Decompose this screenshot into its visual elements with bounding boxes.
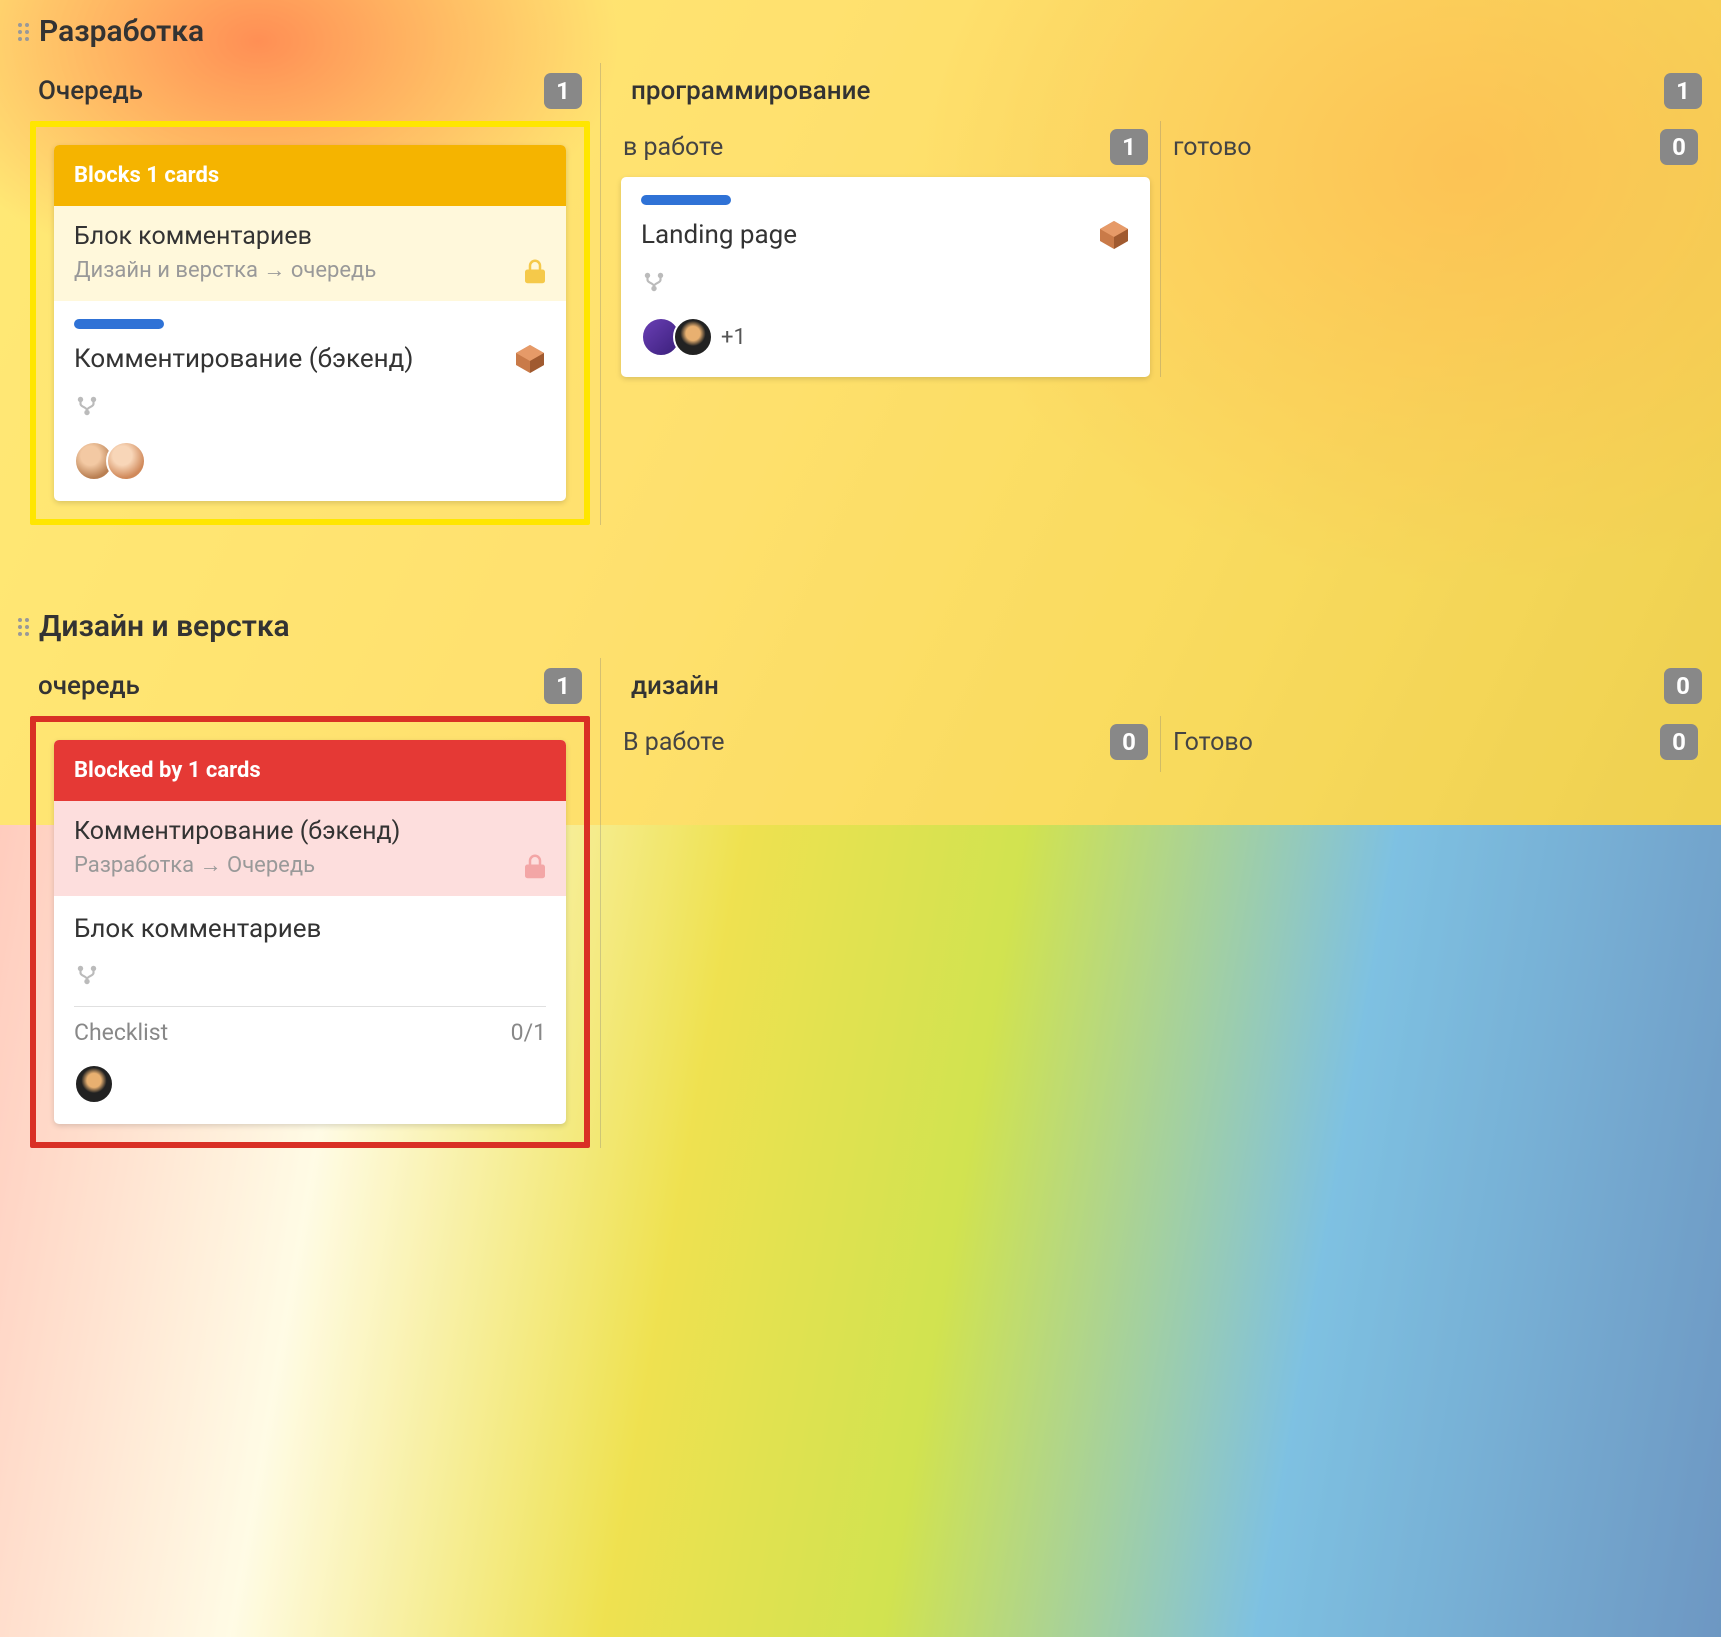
avatar[interactable] xyxy=(74,1064,114,1104)
card-avatars xyxy=(74,441,546,481)
lane-title: очередь xyxy=(38,671,140,701)
cube-icon xyxy=(514,343,546,375)
sublane-count-badge: 0 xyxy=(1110,724,1148,760)
related-card-title: Комментирование (бэкенд) xyxy=(74,817,546,846)
card-body: Блок комментариев Checklist 0/1 xyxy=(54,896,566,1124)
drag-handle-icon[interactable] xyxy=(18,618,29,636)
related-card-path: Дизайн и верстка → очередь xyxy=(74,257,546,283)
lane-header[interactable]: Очередь 1 xyxy=(30,63,590,121)
swimlane-title: Дизайн и верстка xyxy=(39,609,290,644)
card-title: Landing page xyxy=(641,220,797,250)
sublane-title: Готово xyxy=(1173,728,1253,757)
lane-header[interactable]: дизайн 0 xyxy=(611,658,1710,716)
swimlane-design: Дизайн и верстка очередь 1 Blocked by 1 … xyxy=(0,595,1721,1148)
branch-icon xyxy=(641,280,667,299)
lane-title: дизайн xyxy=(631,671,719,701)
sublane-done: Готово 0 xyxy=(1160,716,1710,772)
card-avatars: +1 xyxy=(641,317,1130,357)
card-blocks-banner: Blocks 1 cards xyxy=(54,145,566,206)
sublane-count-badge: 1 xyxy=(1110,129,1148,165)
card-meta xyxy=(641,269,1130,299)
sublane-in-progress: в работе 1 Landing page xyxy=(611,121,1160,377)
related-card-path: Разработка → Очередь xyxy=(74,852,546,878)
card-blocked-banner: Blocked by 1 cards xyxy=(54,740,566,801)
sublane-count-badge: 0 xyxy=(1660,129,1698,165)
lock-icon xyxy=(520,257,550,291)
swimlane-header[interactable]: Разработка xyxy=(0,0,1721,63)
lane-queue: очередь 1 Blocked by 1 cards Комментиров… xyxy=(20,658,600,1148)
lane-count-badge: 1 xyxy=(544,668,582,704)
lane-title: программирование xyxy=(631,76,870,106)
lane-count-badge: 1 xyxy=(544,73,582,109)
checklist-label: Checklist xyxy=(74,1019,168,1046)
sublane-header[interactable]: в работе 1 xyxy=(621,121,1150,177)
card-meta xyxy=(74,393,546,423)
card-body: Комментирование (бэкенд) xyxy=(54,301,566,501)
card-related-block[interactable]: Комментирование (бэкенд) Разработка → Оч… xyxy=(54,801,566,896)
cube-icon xyxy=(1098,219,1130,251)
sublane-in-progress: В работе 0 xyxy=(611,716,1160,772)
highlight-blocked: Blocked by 1 cards Комментирование (бэке… xyxy=(30,716,590,1148)
sublane-title: В работе xyxy=(623,728,725,757)
swimlane-title: Разработка xyxy=(39,14,204,49)
swimlane-header[interactable]: Дизайн и верстка xyxy=(0,595,1721,658)
checklist-row[interactable]: Checklist 0/1 xyxy=(74,1006,546,1046)
sublane-title: готово xyxy=(1173,133,1252,162)
lane-title: Очередь xyxy=(38,76,143,106)
card-landing-page[interactable]: Landing page xyxy=(621,177,1150,377)
lane-design: дизайн 0 В работе 0 Готово 0 xyxy=(600,658,1720,1148)
checklist-count: 0/1 xyxy=(511,1019,546,1046)
swimlane-spacer xyxy=(0,525,1721,595)
highlight-blocks: Blocks 1 cards Блок комментариев Дизайн … xyxy=(30,121,590,525)
lane-header[interactable]: программирование 1 xyxy=(611,63,1710,121)
card-related-block[interactable]: Блок комментариев Дизайн и верстка → оче… xyxy=(54,206,566,301)
lane-count-badge: 1 xyxy=(1664,73,1702,109)
sublane-header[interactable]: В работе 0 xyxy=(621,716,1150,772)
card-label-stripe xyxy=(74,319,164,329)
sublane-header[interactable]: Готово 0 xyxy=(1171,716,1700,772)
board: Разработка Очередь 1 Blocks 1 cards Блок… xyxy=(0,0,1721,1148)
lane-count-badge: 0 xyxy=(1664,668,1702,704)
avatar[interactable] xyxy=(673,317,713,357)
lock-icon xyxy=(520,852,550,886)
avatar[interactable] xyxy=(106,441,146,481)
branch-icon xyxy=(74,404,100,423)
card-title: Комментирование (бэкенд) xyxy=(74,344,413,374)
card-body: Landing page xyxy=(621,177,1150,377)
sublane-header[interactable]: готово 0 xyxy=(1171,121,1700,177)
card-avatars xyxy=(74,1064,546,1104)
related-card-title: Блок комментариев xyxy=(74,222,546,251)
sublane-title: в работе xyxy=(623,133,723,162)
card-meta xyxy=(74,962,546,992)
sublane-count-badge: 0 xyxy=(1660,724,1698,760)
card-commenting-backend[interactable]: Blocks 1 cards Блок комментариев Дизайн … xyxy=(54,145,566,501)
drag-handle-icon[interactable] xyxy=(18,23,29,41)
branch-icon xyxy=(74,973,100,992)
lane-header[interactable]: очередь 1 xyxy=(30,658,590,716)
avatar-more-count[interactable]: +1 xyxy=(721,325,746,350)
card-label-stripe xyxy=(641,195,731,205)
swimlane-development: Разработка Очередь 1 Blocks 1 cards Блок… xyxy=(0,0,1721,525)
sublane-done: готово 0 xyxy=(1160,121,1710,377)
lane-queue: Очередь 1 Blocks 1 cards Блок комментари… xyxy=(20,63,600,525)
card-comments-block[interactable]: Blocked by 1 cards Комментирование (бэке… xyxy=(54,740,566,1124)
card-title: Блок комментариев xyxy=(74,914,321,944)
lane-programming: программирование 1 в работе 1 xyxy=(600,63,1720,525)
